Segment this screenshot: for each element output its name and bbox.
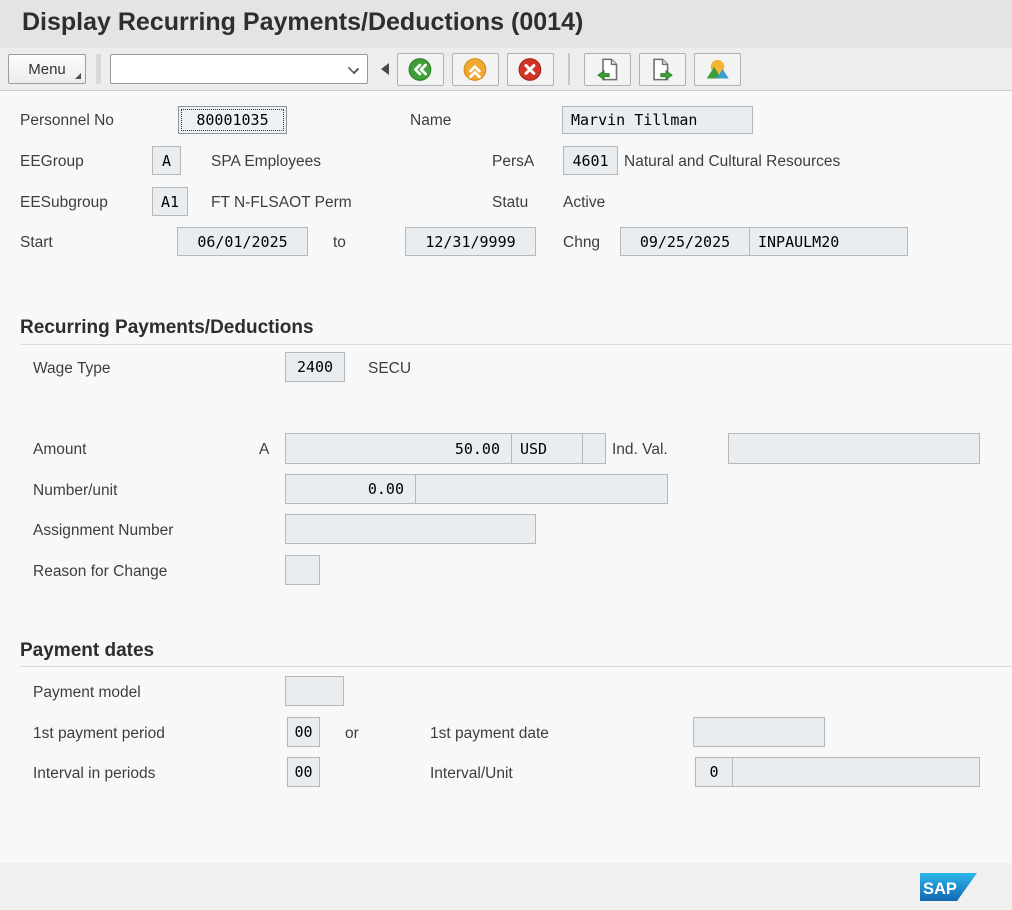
amount-indicator: A [259,441,269,459]
ee-subgroup-description: FT N-FLSAOT Perm [211,194,352,212]
pers-a-field[interactable]: 4601 [563,146,618,175]
menu-corner-triangle-icon [75,73,81,79]
wage-type-field[interactable]: 2400 [285,352,345,382]
amount-label: Amount [33,441,86,459]
next-record-button[interactable] [639,53,686,86]
assignment-number-label: Assignment Number [33,522,173,540]
toolbar-separator [96,54,101,84]
menu-button[interactable]: Menu [8,54,86,84]
personnel-no-label: Personnel No [20,112,114,130]
previous-record-button[interactable] [584,53,631,86]
command-input[interactable] [115,57,335,81]
or-label: or [345,725,359,743]
ee-group-description: SPA Employees [211,153,321,171]
command-field[interactable] [110,54,368,84]
payment-model-label: Payment model [33,684,141,702]
ee-subgroup-label: EESubgroup [20,194,108,212]
sap-logo-text: SAP [923,880,957,898]
section-title-payment-dates: Payment dates [20,640,154,662]
changed-date-field[interactable]: 09/25/2025 [620,227,750,256]
exit-button[interactable] [452,53,499,86]
section-title-recurring: Recurring Payments/Deductions [20,317,314,339]
back-button[interactable] [397,53,444,86]
to-label: to [333,234,346,252]
interval-value-field[interactable]: 0 [695,757,733,787]
collapse-left-icon[interactable] [381,63,389,75]
menu-button-label: Menu [28,61,66,78]
ee-group-label: EEGroup [20,153,84,171]
changed-label: Chng [563,234,600,252]
first-payment-date-field[interactable] [693,717,825,747]
ee-subgroup-field[interactable]: A1 [152,187,188,216]
status-value: Active [563,194,605,212]
pers-a-description: Natural and Cultural Resources [624,153,840,171]
interval-unit-field[interactable] [732,757,980,787]
currency-extra-field[interactable] [582,433,606,464]
personnel-no-field[interactable]: 80001035 [178,106,287,134]
status-label: Statu [492,194,528,212]
back-icon [407,56,434,83]
first-payment-date-label: 1st payment date [430,725,549,743]
start-date-field[interactable]: 06/01/2025 [177,227,308,256]
interval-in-periods-label: Interval in periods [33,765,155,783]
page-title: Display Recurring Payments/Deductions (0… [22,8,583,37]
section-rule [20,666,1012,667]
unit-field[interactable] [415,474,668,504]
toolbar-separator [568,53,570,85]
ee-group-field[interactable]: A [152,146,181,175]
end-date-field[interactable]: 12/31/9999 [405,227,536,256]
assignment-number-field[interactable] [285,514,536,544]
interval-unit-label: Interval/Unit [430,765,513,783]
wage-type-description: SECU [368,360,411,378]
interval-in-periods-field[interactable]: 00 [287,757,320,787]
wage-type-label: Wage Type [33,360,111,378]
name-field[interactable]: Marvin Tillman [562,106,753,134]
first-payment-period-label: 1st payment period [33,725,165,743]
previous-record-icon [594,56,621,83]
next-record-icon [649,56,676,83]
reason-for-change-label: Reason for Change [33,563,167,581]
indirect-valuation-field[interactable] [728,433,980,464]
name-label: Name [410,112,451,130]
number-unit-label: Number/unit [33,482,117,500]
status-bar [0,863,1012,910]
section-rule [20,344,1012,345]
exit-icon [462,56,489,83]
payment-model-field[interactable] [285,676,344,706]
currency-field[interactable]: USD [511,433,583,464]
reason-for-change-field[interactable] [285,555,320,585]
number-unit-field[interactable]: 0.00 [285,474,416,504]
toolbar: Menu [0,48,1012,91]
title-bar: Display Recurring Payments/Deductions (0… [0,0,1012,48]
overview-button[interactable] [694,53,741,86]
cancel-button[interactable] [507,53,554,86]
changed-by-field[interactable]: INPAULM20 [749,227,908,256]
chevron-down-icon[interactable] [348,63,359,74]
amount-field[interactable]: 50.00 [285,433,512,464]
start-label: Start [20,234,53,252]
overview-icon [704,56,731,83]
indirect-valuation-label: Ind. Val. [612,441,668,459]
first-payment-period-field[interactable]: 00 [287,717,320,747]
cancel-icon [517,56,544,83]
pers-a-label: PersA [492,153,534,171]
sap-logo: SAP [920,873,977,901]
